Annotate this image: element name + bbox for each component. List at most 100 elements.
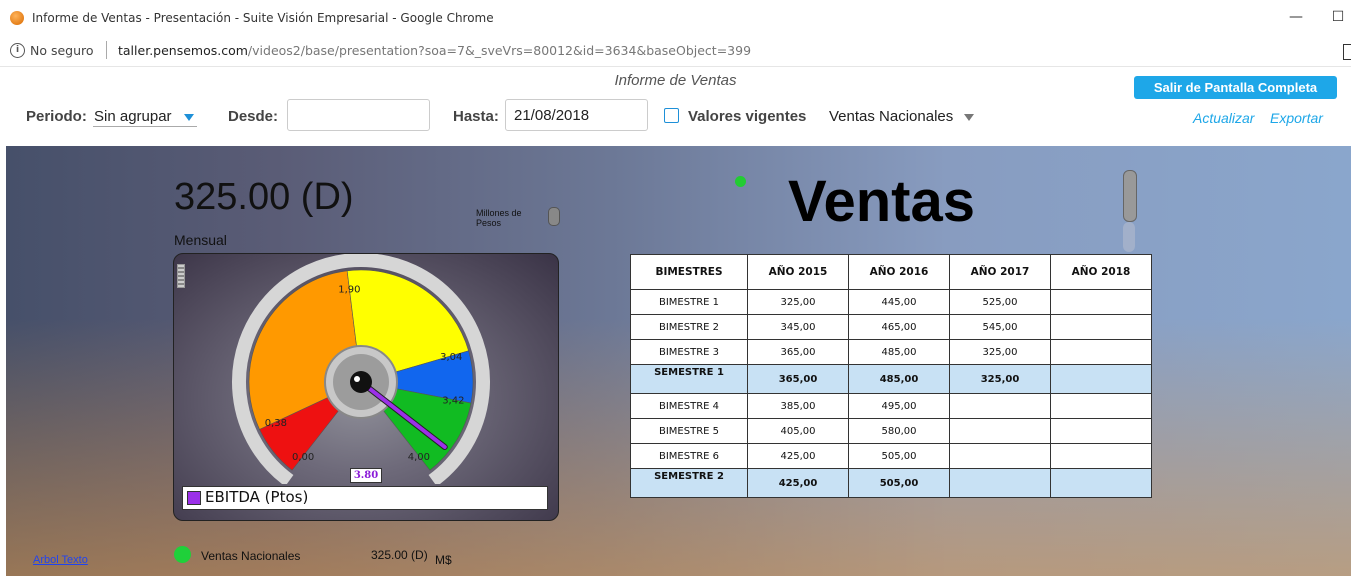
gauge-tick-label: 3,04 [440,352,462,363]
table-cell: BIMESTRE 3 [630,339,748,365]
period-select[interactable]: Sin agrupar [94,108,172,125]
table-cell: 485,00 [848,364,950,394]
status-indicator-dot [735,176,746,187]
table-header-row: BIMESTRES AÑO 2015 AÑO 2016 AÑO 2017 AÑO… [630,254,1152,290]
indicator-caret-icon[interactable] [964,114,974,121]
semester-row: SEMESTRE 1 365,00 485,00 325,00 [630,364,1152,394]
current-values-checkbox[interactable] [664,108,679,123]
table-cell: 325,00 [747,289,849,315]
from-label: Desde: [228,108,279,125]
table-cell [949,418,1051,444]
table-cell: 465,00 [848,314,950,340]
table-cell: SEMESTRE 1 [630,364,748,394]
gauge-legend: EBITDA (Ptos) [182,486,548,510]
table-cell: 425,00 [747,468,849,498]
gauge-tick-label: 3,42 [442,396,464,407]
table-cell: 445,00 [848,289,950,315]
table-row: BIMESTRE 3 365,00 485,00 325,00 [630,339,1152,365]
table-cell: 505,00 [848,443,950,469]
to-date-input[interactable]: 21/08/2018 [505,99,648,131]
gauge-chart: 0,00 0,38 1,90 3,04 3,42 4,00 [232,254,490,484]
table-cell: 425,00 [747,443,849,469]
table-row: BIMESTRE 4 385,00 495,00 [630,393,1152,419]
period-select-underline [93,126,197,127]
indicator-name: Ventas Nacionales [201,549,301,563]
gauge-tick-label: 4,00 [408,452,430,463]
address-separator [106,41,107,59]
table-row: BIMESTRE 1 325,00 445,00 525,00 [630,289,1152,315]
browser-title-bar: Informe de Ventas - Presentación - Suite… [0,0,1351,36]
gauge-value-label: 3.80 [350,468,382,483]
indicator-value: 325.00 (D) [371,548,428,562]
table-cell: BIMESTRE 1 [630,289,748,315]
table-cell [1050,443,1152,469]
table-cell: SEMESTRE 2 [630,468,748,498]
table-cell: 505,00 [848,468,950,498]
exit-fullscreen-button[interactable]: Salir de Pantalla Completa [1134,76,1337,99]
gauge-panel: 0,00 0,38 1,90 3,04 3,42 4,00 3.80 EBITDA (Pt… [173,253,559,521]
indicator-unit: M$ [435,553,452,567]
info-icon[interactable]: i [10,43,25,58]
table-cell: 365,00 [747,339,849,365]
table-cell [1050,314,1152,340]
address-bar[interactable]: i No seguro taller.pensemos.com/videos2/… [0,36,1351,67]
table-cell [1050,393,1152,419]
sales-table: BIMESTRES AÑO 2015 AÑO 2016 AÑO 2017 AÑO… [630,254,1152,498]
table-row: BIMESTRE 2 345,00 465,00 545,00 [630,314,1152,340]
window-title: Informe de Ventas - Presentación - Suite… [32,11,494,25]
gauge-tick-label: 0,38 [265,418,287,429]
refresh-link[interactable]: Actualizar [1193,110,1254,126]
table-cell: 405,00 [747,418,849,444]
semester-row: SEMESTRE 2 425,00 505,00 [630,468,1152,498]
column-header: AÑO 2017 [949,254,1051,290]
export-link[interactable]: Exportar [1270,110,1323,126]
gauge-needle-cap [350,371,372,393]
from-date-input[interactable] [287,99,430,131]
table-cell [1050,289,1152,315]
table-cell: 580,00 [848,418,950,444]
security-status[interactable]: No seguro [30,43,94,58]
period-caret-icon[interactable] [184,114,194,121]
table-cell: BIMESTRE 5 [630,418,748,444]
legend-swatch [187,491,201,505]
table-cell: BIMESTRE 6 [630,443,748,469]
maximize-button[interactable]: ☐ [1325,6,1351,28]
to-label: Hasta: [453,108,499,125]
tree-text-link[interactable]: Arbol Texto [33,554,88,566]
table-row: BIMESTRE 5 405,00 580,00 [630,418,1152,444]
column-header: BIMESTRES [630,254,748,290]
table-cell: 485,00 [848,339,950,365]
table-cell: 325,00 [949,364,1051,394]
table-cell: 495,00 [848,393,950,419]
table-cell [1050,339,1152,365]
kpi-value: 325.00 (D) [174,176,354,218]
units-label: Millones de Pesos [476,208,522,228]
current-values-label[interactable]: Valores vigentes [688,108,806,125]
table-cell [1050,418,1152,444]
gauge-tick-label: 0,00 [292,452,314,463]
dashboard-canvas: 325.00 (D) Mensual Millones de Pesos 0,0… [6,146,1351,576]
url-text[interactable]: taller.pensemos.com/videos2/base/present… [118,43,751,58]
minimize-button[interactable]: — [1283,6,1309,28]
indicator-status-dot [174,546,191,563]
scrollbar-track[interactable] [1123,222,1135,252]
table-cell: 345,00 [747,314,849,340]
gauge-tick-label: 1,90 [338,285,360,296]
table-row: BIMESTRE 6 425,00 505,00 [630,443,1152,469]
table-cell [1050,364,1152,394]
table-cell: BIMESTRE 2 [630,314,748,340]
gauge-needle-highlight [354,376,360,382]
app-logo-icon [10,11,24,25]
extension-icon[interactable] [1343,44,1351,60]
table-cell [949,393,1051,419]
indicator-select[interactable]: Ventas Nacionales [829,108,953,125]
url-host: taller.pensemos.com [118,43,248,58]
kpi-period: Mensual [174,232,227,248]
table-cell: BIMESTRE 4 [630,393,748,419]
scrollbar-thumb[interactable] [1123,170,1137,222]
column-header: AÑO 2016 [848,254,950,290]
ventas-title: Ventas [788,169,975,234]
url-path: /videos2/base/presentation?soa=7&_sveVrs… [247,43,752,58]
legend-label: EBITDA (Ptos) [205,488,309,506]
units-toggle[interactable] [548,207,560,226]
